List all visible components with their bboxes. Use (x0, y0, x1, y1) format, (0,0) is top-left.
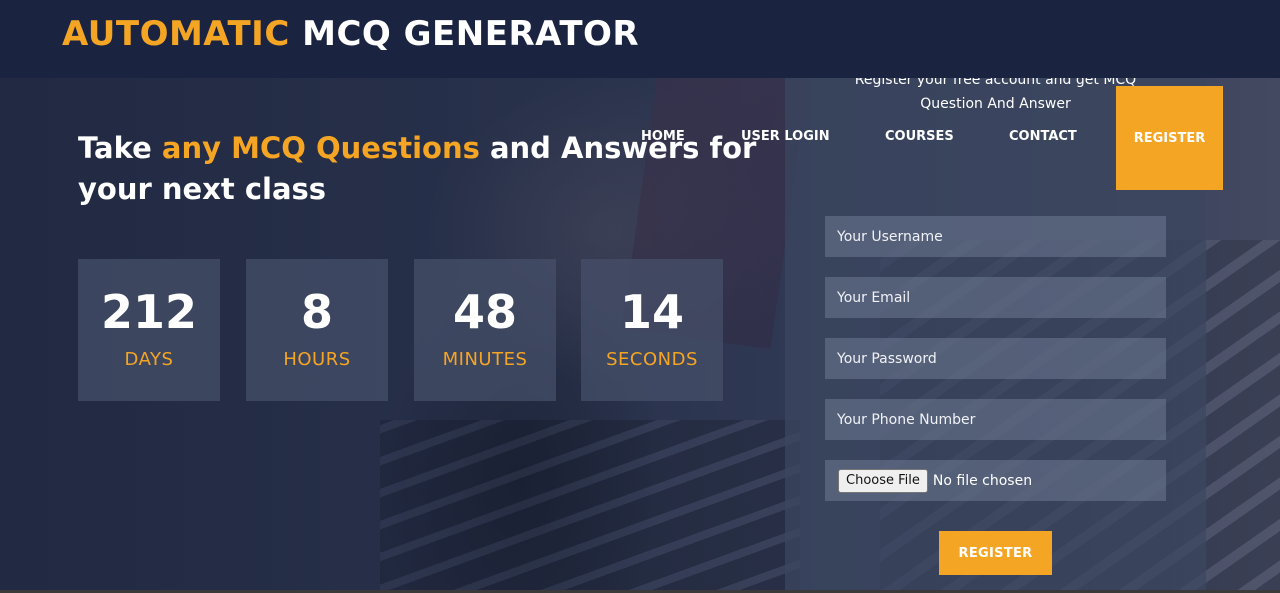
nav-courses[interactable]: COURSES (885, 129, 954, 144)
logo-rest: MCQ GENERATOR (289, 14, 640, 54)
countdown-minutes-label: MINUTES (442, 349, 528, 370)
countdown-hours-value: 8 (300, 285, 333, 339)
nav-contact[interactable]: CONTACT (1009, 129, 1077, 144)
site-header: AUTOMATIC MCQ GENERATOR (0, 0, 1280, 78)
username-input[interactable] (825, 216, 1166, 257)
countdown-seconds-value: 14 (619, 285, 684, 339)
countdown-minutes: 48 MINUTES (414, 259, 556, 401)
countdown-hours-label: HOURS (283, 349, 351, 370)
site-logo[interactable]: AUTOMATIC MCQ GENERATOR (62, 14, 639, 54)
phone-input[interactable] (825, 399, 1166, 440)
countdown-days-label: DAYS (124, 349, 174, 370)
hero-text-pre: Take (78, 131, 162, 165)
countdown-seconds-label: SECONDS (606, 349, 698, 370)
page: Register your free account and get MCQ Q… (0, 0, 1280, 593)
file-status-text: No file chosen (932, 472, 1033, 489)
countdown-days-value: 212 (100, 285, 198, 339)
countdown-days: 212 DAYS (78, 259, 220, 401)
file-upload-field: Choose File No file chosen (825, 460, 1166, 501)
register-submit-button[interactable]: REGISTER (939, 531, 1052, 575)
hero-heading: Take any MCQ Questions and Answers for y… (78, 128, 768, 210)
password-input[interactable] (825, 338, 1166, 379)
email-input[interactable] (825, 277, 1166, 318)
choose-file-button[interactable]: Choose File (838, 468, 928, 493)
hero-text-accent: any MCQ Questions (161, 131, 480, 165)
countdown-minutes-value: 48 (452, 285, 517, 339)
countdown-hours: 8 HOURS (246, 259, 388, 401)
nav-register-button[interactable]: REGISTER (1116, 86, 1223, 190)
countdown-seconds: 14 SECONDS (581, 259, 723, 401)
logo-accent-word: AUTOMATIC (62, 14, 290, 54)
